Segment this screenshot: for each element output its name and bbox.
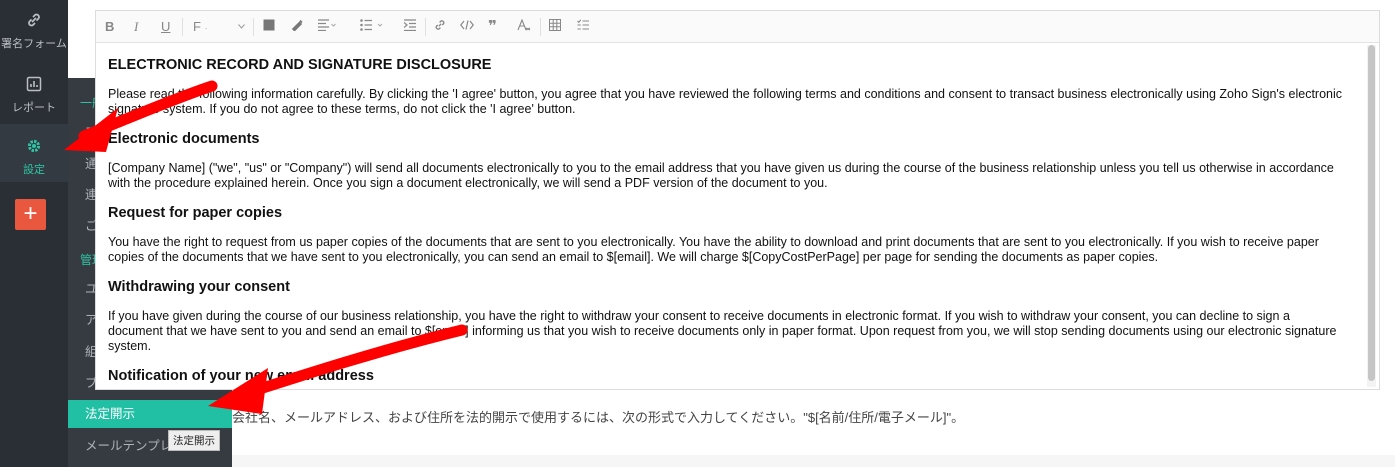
editor-toolbar: B I U F · ❞ <box>96 11 1379 43</box>
section-heading: Withdrawing your consent <box>108 279 290 295</box>
align-icon[interactable] <box>318 19 336 31</box>
submenu-item-legal-disclosure[interactable]: 法定開示 <box>68 400 232 428</box>
blockquote-button[interactable]: ❞ <box>488 19 497 35</box>
checklist-icon[interactable] <box>577 19 589 31</box>
highlight-pen-icon[interactable] <box>291 19 303 31</box>
add-button[interactable]: + <box>15 199 46 230</box>
table-icon[interactable] <box>549 19 561 31</box>
link-icon[interactable] <box>434 19 446 31</box>
underline-button[interactable]: U <box>161 19 170 35</box>
list-icon[interactable] <box>360 19 384 31</box>
intro-paragraph: Please read the following information ca… <box>108 87 1343 116</box>
font-button-label: F <box>193 19 201 34</box>
rail-item-signature-forms[interactable]: 署名フォーム <box>0 10 68 62</box>
scrollbar-thumb[interactable] <box>1368 45 1375 381</box>
toolbar-divider <box>182 18 183 36</box>
section-body: You have the right to request from us pa… <box>108 235 1319 264</box>
app-root: 署名フォーム レポート 設定 + 一般 プロフィール 通知の設定 連絡先 ごみ箱… <box>0 0 1395 467</box>
document-title: ELECTRONIC RECORD AND SIGNATURE DISCLOSU… <box>108 57 492 73</box>
rail-label-signature-forms: 署名フォーム <box>1 38 67 50</box>
section-body: [Company Name] ("we", "us" or "Company")… <box>108 161 1334 190</box>
footer-band <box>232 455 1395 467</box>
rail-item-settings[interactable]: 設定 <box>0 124 68 182</box>
document-body[interactable]: ELECTRONIC RECORD AND SIGNATURE DISCLOSU… <box>108 57 1348 398</box>
toolbar-divider <box>540 18 541 36</box>
rail-label-reports: レポート <box>12 102 56 114</box>
disclosure-editor[interactable]: B I U F · ❞ ELECTRONIC RECORD AND SIGNAT… <box>95 10 1380 390</box>
toolbar-divider <box>425 18 426 36</box>
gear-icon <box>0 138 68 157</box>
link-icon <box>0 12 68 31</box>
bold-button[interactable]: B <box>105 19 114 35</box>
section-body: If you have given during the course of o… <box>108 309 1337 353</box>
font-dropdown-dots-icon: · <box>204 23 208 33</box>
clear-format-icon[interactable] <box>517 19 531 31</box>
indent-icon[interactable] <box>404 19 416 31</box>
font-color-button[interactable] <box>263 19 275 31</box>
section-heading: Request for paper copies <box>108 205 283 221</box>
section-heading: Electronic documents <box>108 131 260 147</box>
help-text: 会社名、メールアドレス、および住所を法的開示で使用するには、次の形式で入力してく… <box>232 410 965 425</box>
font-family-button[interactable]: F · <box>193 19 208 36</box>
icon-rail: 署名フォーム レポート 設定 + <box>0 0 68 467</box>
rail-item-reports[interactable]: レポート <box>0 72 68 118</box>
rail-label-settings: 設定 <box>23 164 45 176</box>
chart-icon <box>0 76 68 95</box>
font-dropdown-chevron-icon[interactable] <box>238 24 245 29</box>
tooltip: 法定開示 <box>168 430 220 451</box>
code-icon[interactable] <box>460 19 474 31</box>
editor-scrollbar[interactable] <box>1367 45 1376 387</box>
section-heading: Notification of your new email address <box>108 368 374 384</box>
toolbar-divider <box>253 18 254 36</box>
italic-button[interactable]: I <box>134 19 138 35</box>
